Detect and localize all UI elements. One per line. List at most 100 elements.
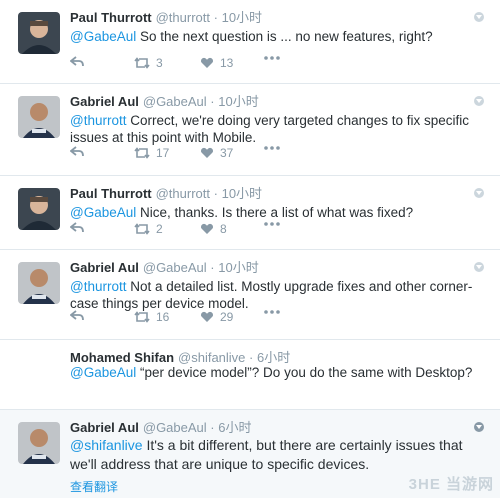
tweet-text: @GabeAul So the next question is ... no …	[70, 28, 485, 45]
display-name[interactable]: Mohamed Shifan	[70, 350, 174, 365]
reply-button[interactable]	[70, 310, 84, 322]
display-name[interactable]: Paul Thurrott	[70, 186, 152, 201]
like-button[interactable]: 29	[200, 310, 233, 324]
tweet-body-text: So the next question is ... no new featu…	[136, 29, 433, 44]
display-name[interactable]: Gabriel Aul	[70, 420, 139, 435]
tweet-header: Gabriel Aul @GabeAul · 10小时	[70, 94, 470, 110]
display-name[interactable]: Gabriel Aul	[70, 260, 139, 275]
retweet-count: 17	[156, 146, 170, 160]
display-name[interactable]: Gabriel Aul	[70, 94, 139, 109]
user-handle[interactable]: @thurrott	[156, 10, 210, 25]
more-button[interactable]	[264, 222, 280, 226]
mention-link[interactable]: @shifanlive	[70, 437, 143, 453]
avatar[interactable]	[18, 422, 60, 464]
mention-link[interactable]: @GabeAul	[70, 365, 136, 380]
tweet-body-text: “per device model”? Do you do the same w…	[136, 365, 473, 380]
retweet-icon	[134, 57, 150, 69]
retweet-button[interactable]: 2	[134, 222, 163, 236]
retweet-count: 2	[156, 222, 163, 236]
separator: ·	[213, 10, 218, 25]
retweet-button[interactable]: 16	[134, 310, 169, 324]
tweet-body-text: Nice, thanks. Is there a list of what wa…	[136, 205, 414, 220]
caret-menu-icon[interactable]	[474, 262, 484, 272]
avatar[interactable]	[18, 188, 60, 230]
retweet-button[interactable]: 17	[134, 146, 169, 160]
watermark: 3HE 当游网	[408, 476, 494, 493]
separator: ·	[213, 186, 218, 201]
retweet-icon	[134, 311, 150, 323]
more-icon	[264, 146, 280, 150]
tweet[interactable]: Gabriel Aul @GabeAul · 10小时 @thurrott Cor…	[0, 84, 500, 176]
user-handle[interactable]: @shifanlive	[178, 350, 245, 365]
separator: ·	[210, 260, 215, 275]
globe-icon	[474, 422, 484, 432]
mention-link[interactable]: @GabeAul	[70, 29, 136, 44]
timestamp[interactable]: 10小时	[222, 186, 262, 201]
user-handle[interactable]: @GabeAul	[143, 420, 207, 435]
reply-icon	[70, 222, 84, 233]
tweet-header: Paul Thurrott @thurrott · 10小时	[70, 186, 470, 202]
reply-icon	[70, 56, 84, 67]
retweet-button[interactable]: 3	[134, 56, 163, 70]
like-count: 8	[220, 222, 227, 236]
reply-button[interactable]	[70, 146, 84, 158]
more-icon	[264, 222, 280, 226]
heart-icon	[200, 147, 214, 158]
tweet[interactable]: Paul Thurrott @thurrott · 10小时 @GabeAul S…	[0, 0, 500, 84]
avatar[interactable]	[18, 262, 60, 304]
translate-link[interactable]: 查看翻译	[70, 478, 118, 495]
timestamp[interactable]: 10小时	[222, 10, 262, 25]
tweet-header: Gabriel Aul @GabeAul · 10小时	[70, 260, 470, 276]
caret-menu-icon[interactable]	[474, 188, 484, 198]
separator: ·	[249, 350, 254, 365]
heart-icon	[200, 311, 214, 322]
mention-link[interactable]: @thurrott	[70, 279, 126, 294]
like-button[interactable]: 13	[200, 56, 233, 70]
more-button[interactable]	[264, 56, 280, 60]
retweet-count: 3	[156, 56, 163, 70]
reply-icon	[70, 146, 84, 157]
like-count: 13	[220, 56, 234, 70]
retweet-count: 16	[156, 310, 170, 324]
avatar[interactable]	[18, 12, 60, 54]
heart-icon	[200, 223, 214, 234]
like-count: 37	[220, 146, 234, 160]
display-name[interactable]: Paul Thurrott	[70, 10, 152, 25]
tweet[interactable]: Mohamed Shifan @shifanlive · 6小时 @GabeAul…	[0, 340, 500, 410]
more-button[interactable]	[264, 310, 280, 314]
timestamp[interactable]: 6小时	[218, 420, 251, 435]
separator: ·	[210, 420, 215, 435]
like-button[interactable]: 8	[200, 222, 227, 236]
like-button[interactable]: 37	[200, 146, 233, 160]
reply-button[interactable]	[70, 222, 84, 234]
tweet-body-text: Correct, we're doing very targeted chang…	[70, 113, 469, 145]
tweet-body-text: Not a detailed list. Mostly upgrade fixe…	[70, 279, 473, 311]
more-button[interactable]	[264, 146, 280, 150]
user-handle[interactable]: @thurrott	[156, 186, 210, 201]
more-icon	[264, 310, 280, 314]
tweet[interactable]: Paul Thurrott @thurrott · 10小时 @GabeAul N…	[0, 176, 500, 250]
tweet-header: Gabriel Aul @GabeAul · 6小时	[70, 420, 470, 436]
timestamp[interactable]: 10小时	[218, 94, 258, 109]
conversation-timeline: Paul Thurrott @thurrott · 10小时 @GabeAul S…	[0, 0, 500, 498]
tweet-text: @thurrott Correct, we're doing very targ…	[70, 112, 485, 146]
tweet-focused[interactable]: Gabriel Aul @GabeAul · 6小时 @shifanlive It…	[0, 410, 500, 498]
caret-menu-icon[interactable]	[474, 96, 484, 106]
timestamp[interactable]: 10小时	[218, 260, 258, 275]
user-handle[interactable]: @GabeAul	[143, 94, 207, 109]
heart-icon	[200, 57, 214, 68]
like-count: 29	[220, 310, 234, 324]
reply-button[interactable]	[70, 56, 84, 68]
timestamp[interactable]: 6小时	[257, 350, 290, 365]
tweet-text: @shifanlive It's a bit different, but th…	[70, 436, 485, 474]
separator: ·	[210, 94, 215, 109]
mention-link[interactable]: @GabeAul	[70, 205, 136, 220]
tweet-text: @GabeAul “per device model”? Do you do t…	[70, 364, 485, 381]
avatar[interactable]	[18, 96, 60, 138]
tweet-header: Paul Thurrott @thurrott · 10小时	[70, 10, 470, 26]
tweet-text: @thurrott Not a detailed list. Mostly up…	[70, 278, 485, 312]
tweet[interactable]: Gabriel Aul @GabeAul · 10小时 @thurrott Not…	[0, 250, 500, 340]
user-handle[interactable]: @GabeAul	[143, 260, 207, 275]
mention-link[interactable]: @thurrott	[70, 113, 126, 128]
caret-menu-icon[interactable]	[474, 12, 484, 22]
